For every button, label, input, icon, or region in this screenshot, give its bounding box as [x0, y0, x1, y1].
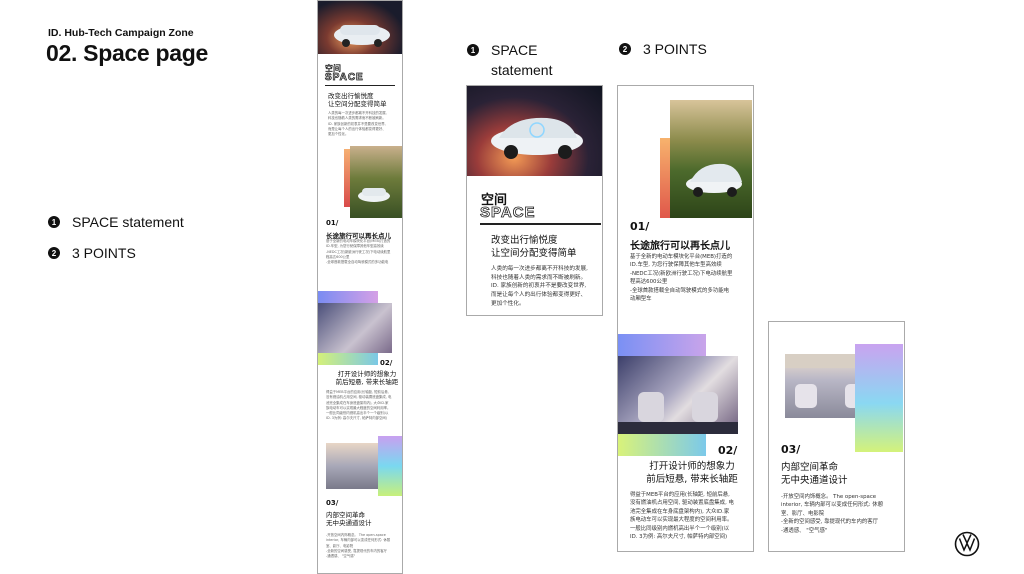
mini-point3-title: 内部空间革命 无中央通道设计 — [326, 511, 372, 528]
accent-bar — [855, 344, 903, 452]
space-body: 人类的每一次进步都离不开科技的发展, 科技也随着人类的需求而不断被刷新。 ID. 家… — [491, 266, 588, 307]
number-badge-1: 1 — [467, 44, 479, 56]
car-illustration — [686, 163, 742, 197]
list-item-space-statement: 1 SPACE statement — [48, 214, 184, 230]
mini-title-en: SPACE — [325, 72, 364, 84]
space-statement-card: 空间 SPACE 改变出行愉悦度 让空间分配变得简单 人类的每一次进步都离不开科… — [466, 85, 603, 316]
accent-bar — [378, 436, 402, 496]
point2-photo — [618, 356, 738, 434]
point2-photo — [318, 303, 392, 353]
car-illustration — [491, 117, 583, 159]
space-title-en: SPACE — [480, 204, 536, 222]
space-headline-1: 改变出行愉悦度 — [491, 235, 558, 246]
accent-bar — [318, 353, 378, 365]
point3-card: 03/ 内部空间革命 无中央通道设计 -开放空间内饰概念。 The open-sp… — [768, 321, 905, 552]
divider — [480, 223, 601, 225]
mobile-scroll-preview: 空间 SPACE 改变出行愉悦度 让空间分配变得简单 人类的每一次进步都离不开科… — [317, 0, 403, 574]
mini-point3-body: -开放空间内饰概念。 The open-space interior, 车辆内部可… — [326, 533, 391, 559]
section-label-3-points: 2 3 POINTS — [619, 41, 707, 57]
point2-body: 得益于MEB平台的应用(长轴距, 短前后悬, 没有燃油机占用空间, 驱动装置底盘集… — [630, 492, 734, 540]
point3-title: 内部空间革命 无中央通道设计 — [781, 462, 848, 486]
mini-point2-body: 得益于MEB平台的应用(长轴距, 短前后悬, 没有燃油机占用空间, 驱动装置底盘集… — [326, 390, 392, 421]
number-badge-2: 2 — [619, 43, 631, 55]
mini-point2-num: 02/ — [380, 359, 393, 367]
list-item-label: SPACE statement — [72, 214, 184, 230]
kicker: ID. Hub-Tech Campaign Zone — [48, 27, 194, 39]
mini-point3-num: 03/ — [326, 499, 339, 507]
mini-point1-body: 基于全新的电动车模块化平台(MEB)打造的 ID.车型, 为您行驶保障其他车型高效… — [326, 239, 391, 265]
point3-num: 03/ — [781, 443, 801, 456]
point1-photo — [350, 146, 402, 218]
points-card: 01/ 长途旅行可以再长点儿 基于全新的电动车模块化平台(MEB)打造的 ID.车… — [617, 85, 754, 552]
accent-bar — [618, 334, 706, 358]
mini-point1-num: 01/ — [326, 219, 339, 227]
point2-title: 打开设计师的想象力 前后短悬, 带来长轴距 — [646, 461, 738, 485]
point1-photo — [670, 100, 752, 218]
number-badge-2: 2 — [48, 247, 60, 259]
hero-photo — [467, 86, 602, 176]
mini-headline-2: 让空间分配变得简单 — [328, 100, 387, 109]
point1-num: 01/ — [630, 220, 650, 233]
car-illustration — [334, 25, 390, 47]
list-item-3-points: 2 3 POINTS — [48, 245, 136, 261]
accent-bar — [318, 291, 378, 303]
section-label-text: SPACE statement — [491, 42, 553, 78]
point2-num: 02/ — [718, 444, 738, 457]
accent-bar — [618, 434, 706, 456]
point1-body: 基于全新的电动车模块化平台(MEB)打造的 ID.车型, 为您行驶保障其他车型高效… — [630, 254, 733, 302]
space-headline: 改变出行愉悦度 让空间分配变得简单 — [491, 235, 577, 261]
point1-title: 长途旅行可以再长点儿 — [630, 241, 730, 252]
mini-point2-title: 打开设计师的想象力 前后短悬, 带来长轴距 — [335, 370, 399, 387]
mini-headline: 改变出行愉悦度 让空间分配变得简单 — [328, 92, 387, 109]
number-badge-1: 1 — [48, 216, 60, 228]
mini-body: 人类的每一次进步都离不开科技的发展, 科技也随着人类的需求而不断被刷新。 ID. 家… — [328, 111, 387, 137]
divider — [325, 85, 395, 86]
page-title: 02. Space page — [46, 40, 208, 66]
point3-body: -开放空间内饰概念。 The open-space interior, 车辆内部可… — [781, 494, 883, 534]
list-item-label: 3 POINTS — [72, 245, 136, 261]
interior-illustration — [618, 392, 738, 434]
vw-logo-icon — [954, 531, 980, 557]
section-label-space-statement: 1 SPACE statement — [467, 41, 552, 80]
hero-photo — [318, 1, 402, 54]
section-label-text: 3 POINTS — [643, 41, 707, 57]
space-headline-2: 让空间分配变得简单 — [491, 247, 577, 259]
